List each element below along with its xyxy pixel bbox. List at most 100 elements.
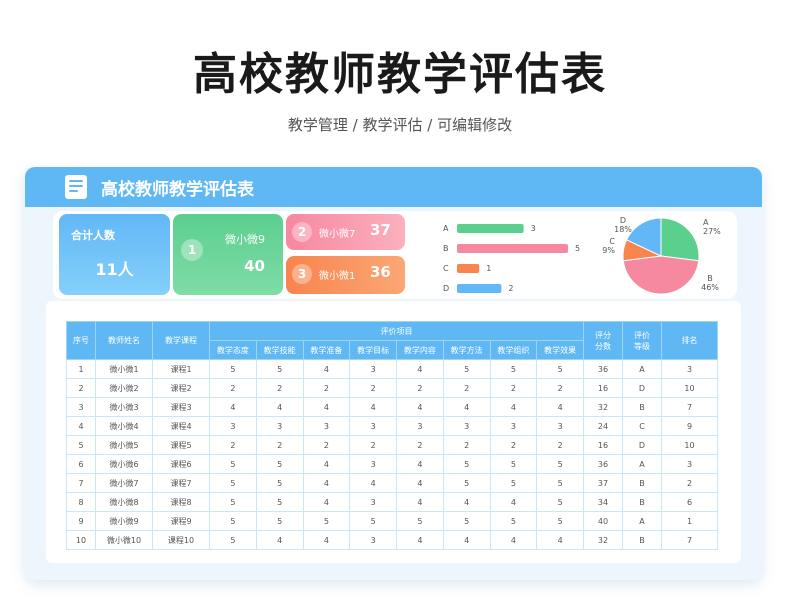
- col-header-item-6: 教学方法: [442, 340, 491, 360]
- table-cell: 5: [209, 454, 257, 474]
- table-cell: 微小微5: [95, 435, 153, 455]
- page-subtitle: 教学管理 / 教学评估 / 可编辑修改: [287, 116, 513, 134]
- table-cell: 微小微10: [95, 530, 153, 550]
- table-cell: 4: [396, 473, 444, 493]
- table-cell: 5: [255, 473, 304, 493]
- table-cell: 5: [489, 511, 538, 531]
- bar-category-label: D: [443, 284, 449, 293]
- pie-value-label: 27%: [703, 227, 721, 236]
- charts-svg: A 3B 5C 1D 2A27%B46%C9%D18%: [443, 216, 721, 295]
- bar-category-label: A: [443, 224, 449, 233]
- rank-score: 40: [244, 257, 265, 275]
- table-cell: 4: [349, 473, 397, 493]
- table-cell: 36: [583, 359, 623, 379]
- table-cell: 7: [661, 530, 718, 550]
- bar-A: [457, 224, 524, 233]
- table-cell: A: [622, 359, 662, 379]
- table-cell: 2: [396, 378, 444, 398]
- bar-value-label: 3: [531, 224, 536, 233]
- table-cell: 2: [442, 435, 491, 455]
- table-cell: 4: [209, 397, 257, 417]
- table-cell: A: [622, 454, 662, 474]
- pie-slice-A: [660, 217, 700, 262]
- table-cell: 5: [442, 473, 491, 493]
- total-count-label: 合计人数: [71, 229, 115, 242]
- table-cell: D: [622, 435, 662, 455]
- table-row: 10 微小微10 课程10 5 4 4 3 4 4 4 4 32 B 7: [66, 530, 718, 550]
- table-cell: 5: [442, 511, 491, 531]
- table-cell: 4: [302, 397, 351, 417]
- table-cell: 1: [66, 359, 96, 379]
- bar-category-label: C: [443, 264, 449, 273]
- table-cell: 4: [396, 530, 444, 550]
- table-cell: 5: [209, 359, 257, 379]
- table-cell: 5: [255, 454, 304, 474]
- table-cell: 5: [255, 511, 304, 531]
- col-header-item-7: 教学组织: [489, 340, 538, 360]
- table-cell: 5: [489, 359, 538, 379]
- table-cell: 3: [349, 492, 397, 512]
- rank-badge: 2: [292, 222, 312, 242]
- table-cell: 8: [66, 492, 96, 512]
- table-cell: 4: [396, 359, 444, 379]
- card-title: 高校教师教学评估表: [101, 179, 254, 200]
- table-cell: 2: [255, 435, 304, 455]
- table-cell: 4: [302, 473, 351, 493]
- table-cell: 34: [583, 492, 623, 512]
- table-cell: 5: [209, 511, 257, 531]
- bar-value-label: 1: [486, 264, 491, 273]
- pie-value-label: 9%: [602, 246, 615, 255]
- table-cell: 10: [661, 435, 718, 455]
- table-cell: 6: [661, 492, 718, 512]
- table-cell: 5: [442, 454, 491, 474]
- table-container: 序号 教师姓名 教学课程 评价项目 评分分数 评价等级 排名 教学态度 教学技能教…: [46, 301, 741, 563]
- table-cell: 课程5: [152, 435, 210, 455]
- table-cell: 5: [209, 473, 257, 493]
- rank-name: 微小微9: [225, 233, 265, 246]
- table-row: 6 微小微6 课程6 5 5 4 3 4 5 5 5 36 A 3: [66, 454, 718, 474]
- table-cell: 7: [661, 397, 718, 417]
- table-cell: 2: [536, 435, 584, 455]
- col-header-course: 教学课程: [152, 321, 210, 360]
- table-cell: 2: [66, 378, 96, 398]
- table-cell: B: [622, 530, 662, 550]
- table-cell: 4: [66, 416, 96, 436]
- table-row: 7 微小微7 课程7 5 5 4 4 4 5 5 5 37 B 2: [66, 473, 718, 493]
- table-row: 4 微小微4 课程4 3 3 3 3 3 3 3 3 24 C 9: [66, 416, 718, 436]
- table-cell: 微小微9: [95, 511, 153, 531]
- table-cell: B: [622, 397, 662, 417]
- table-cell: 5: [255, 359, 304, 379]
- table-cell: 3: [661, 454, 718, 474]
- table-cell: 5: [536, 454, 584, 474]
- table-cell: 3: [349, 530, 397, 550]
- table-cell: 4: [442, 397, 491, 417]
- table-cell: 3: [396, 416, 444, 436]
- table-cell: 1: [661, 511, 718, 531]
- table-cell: 2: [209, 435, 257, 455]
- rank-score: 36: [370, 263, 391, 281]
- rank-first-card: 1 微小微9 40: [173, 214, 283, 295]
- col-header-score: 评分分数: [583, 321, 623, 360]
- chart-panel: A 3 B 5 C 1 D 2 A 27% B 46% C 9% D 18%: [421, 211, 737, 299]
- table-cell: 9: [661, 416, 718, 436]
- pie-value-label: 46%: [701, 283, 719, 292]
- table-cell: 5: [442, 359, 491, 379]
- table-row: 8 微小微8 课程8 5 5 4 3 4 4 4 5 34 B 6: [66, 492, 718, 512]
- table-cell: 微小微8: [95, 492, 153, 512]
- rank-name: 微小微7: [319, 229, 356, 240]
- table-cell: 5: [209, 530, 257, 550]
- table-cell: 5: [255, 492, 304, 512]
- rank-badge: 1: [181, 239, 203, 261]
- table-cell: 32: [583, 397, 623, 417]
- table-cell: 40: [583, 511, 623, 531]
- table-cell: 3: [302, 416, 351, 436]
- table-cell: 5: [536, 359, 584, 379]
- table-cell: 课程8: [152, 492, 210, 512]
- table-cell: 2: [536, 378, 584, 398]
- table-cell: 课程4: [152, 416, 210, 436]
- col-header-name: 教师姓名: [95, 321, 153, 360]
- table-cell: 4: [255, 397, 304, 417]
- table-cell: 微小微4: [95, 416, 153, 436]
- table-row: 3 微小微3 课程3 4 4 4 4 4 4 4 4 32 B 7: [66, 397, 718, 417]
- table-cell: 5: [536, 511, 584, 531]
